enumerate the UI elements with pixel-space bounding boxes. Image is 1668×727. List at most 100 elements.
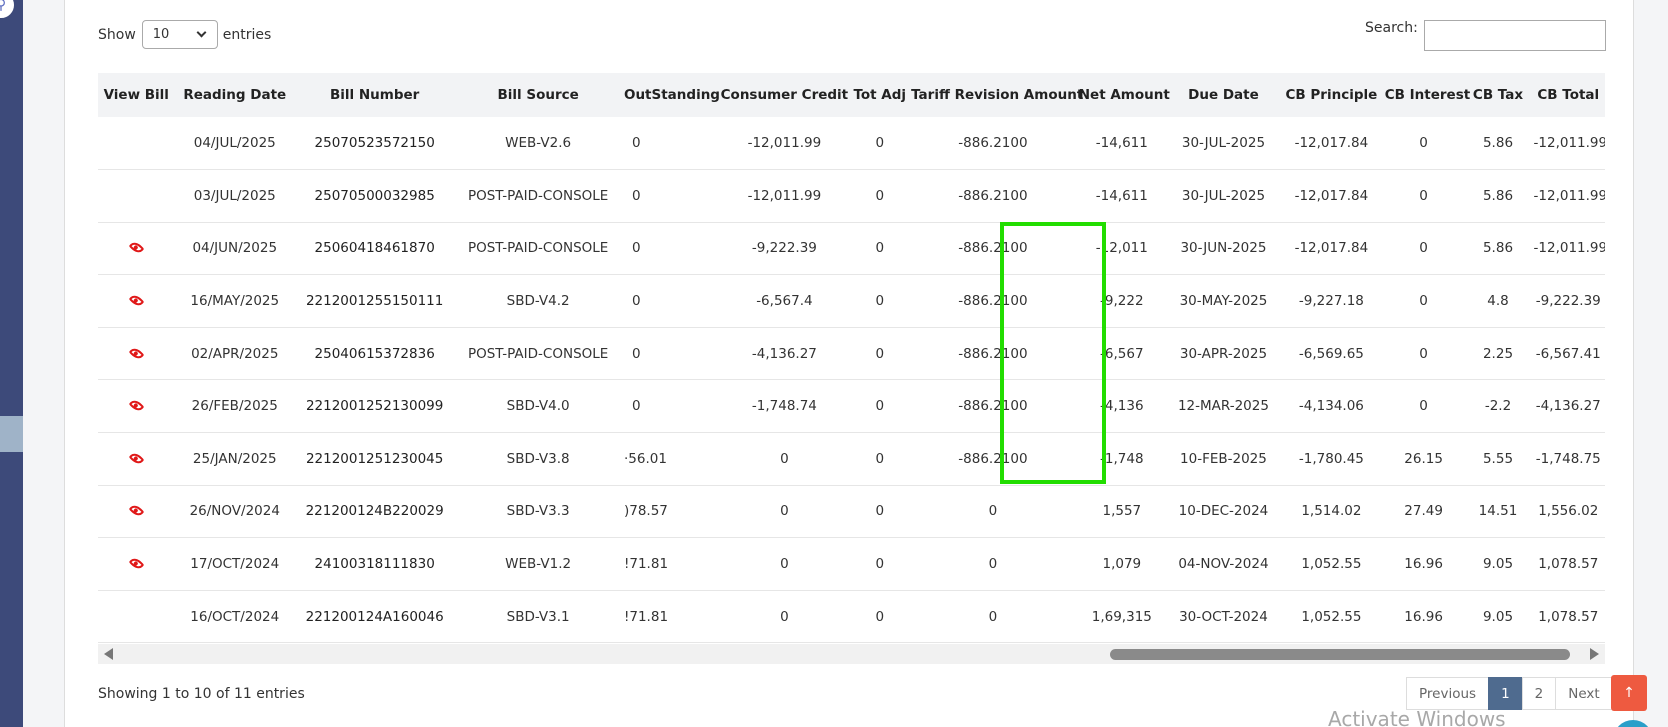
reading-date-cell: 25/JAN/2025	[192, 450, 277, 467]
bill-number-cell: 221200124A160046	[305, 608, 444, 625]
cb-total-cell: -4,136.27	[1535, 398, 1601, 415]
header-outstanding[interactable]: OutStanding	[622, 73, 720, 117]
net-amount-cell: 1,69,315	[1091, 608, 1152, 625]
cb-principle-cell: 1,514.02	[1301, 503, 1362, 520]
cb-total-cell: 1,078.57	[1538, 556, 1599, 573]
header-tot-adj[interactable]: Tot Adj	[850, 73, 909, 117]
bill-source-cell: POST-PAID-CONSOLE	[467, 187, 609, 204]
reading-date-cell: 17/OCT/2024	[190, 556, 280, 573]
cb-principle-cell: -9,227.18	[1298, 293, 1364, 310]
outstanding-cell: )78.57	[623, 503, 668, 520]
arrow-up-icon: ↑	[1623, 685, 1635, 701]
cb-interest-cell: 27.49	[1404, 503, 1443, 520]
outstanding-cell: 0	[631, 398, 641, 415]
sidebar-active-item[interactable]	[0, 416, 23, 452]
view-bill-cell	[98, 590, 175, 643]
net-amount-cell: 1,079	[1102, 556, 1142, 573]
scroll-right-icon[interactable]	[1590, 648, 1599, 660]
tot-adj-cell: 0	[875, 556, 885, 573]
table-row: 02/APR/2025 25040615372836 POST-PAID-CONSO…	[98, 327, 1605, 380]
cb-interest-cell: 0	[1419, 240, 1428, 257]
tot-adj-cell: 0	[875, 135, 885, 152]
header-due-date[interactable]: Due Date	[1167, 73, 1280, 117]
view-bill-cell	[98, 275, 175, 328]
table-row: 16/OCT/2024 221200124A160046 SBD-V3.1 !71.8…	[98, 590, 1605, 643]
header-reading-date[interactable]: Reading Date	[175, 73, 296, 117]
eye-icon[interactable]	[128, 240, 145, 256]
consumer-credit-cell: -4,136.27	[751, 345, 817, 362]
table-body: 04/JUL/2025 25070523572150 WEB-V2.6 0 -12,01…	[98, 117, 1605, 643]
cb-tax-cell: 5.55	[1482, 450, 1514, 467]
tariff-revision-cell: -886.2100	[958, 293, 1028, 310]
view-bill-cell	[98, 327, 175, 380]
due-date-cell: 30-OCT-2024	[1179, 608, 1268, 625]
reading-date-cell: 26/NOV/2024	[189, 503, 280, 520]
cb-interest-cell: 16.96	[1404, 608, 1443, 625]
consumer-credit-cell: -9,222.39	[751, 240, 817, 257]
header-consumer-credit[interactable]: Consumer Credit	[718, 73, 850, 117]
consumer-credit-cell: -6,567.4	[756, 293, 813, 310]
header-tariff-revision-amount[interactable]: Tariff Revision Amount	[909, 73, 1083, 117]
due-date-cell: 30-JUL-2025	[1181, 135, 1266, 152]
bill-number-cell: 25040615372836	[314, 345, 435, 362]
header-cb-principle[interactable]: CB Principle	[1280, 73, 1383, 117]
previous-button[interactable]: Previous	[1406, 677, 1490, 710]
header-view-bill[interactable]: View Bill	[98, 73, 175, 117]
bill-source-cell: POST-PAID-CONSOLE	[467, 345, 609, 362]
header-cb-interest[interactable]: CB Interest	[1383, 73, 1470, 117]
due-date-cell: 30-JUL-2025	[1181, 187, 1266, 204]
tot-adj-cell: 0	[875, 398, 885, 415]
due-date-cell: 30-APR-2025	[1179, 345, 1268, 362]
bill-source-cell: SBD-V4.2	[506, 293, 570, 310]
eye-icon[interactable]	[128, 397, 145, 414]
next-button[interactable]: Next	[1555, 677, 1613, 710]
cb-interest-cell: 0	[1419, 293, 1428, 310]
header-bill-source[interactable]: Bill Source	[454, 73, 622, 117]
page-1-button[interactable]: 1	[1488, 677, 1523, 710]
eye-icon[interactable]	[128, 450, 145, 467]
eye-icon[interactable]	[128, 503, 145, 519]
scrollbar-thumb[interactable]	[1110, 649, 1570, 660]
page-2-button[interactable]: 2	[1521, 677, 1557, 710]
eye-icon[interactable]	[128, 555, 145, 572]
tariff-revision-cell: 0	[988, 608, 998, 625]
consumer-credit-cell: -12,011.99	[747, 187, 822, 204]
bill-source-cell: WEB-V1.2	[505, 556, 572, 573]
header-cb-tax[interactable]: CB Tax	[1464, 73, 1531, 117]
due-date-cell: 10-FEB-2025	[1180, 450, 1267, 467]
search-input[interactable]	[1423, 20, 1606, 51]
tariff-revision-cell: 0	[988, 503, 998, 520]
horizontal-scrollbar[interactable]	[98, 644, 1605, 664]
table-row: 26/FEB/2025 2212001252130099 SBD-V4.0 0 -1,7…	[98, 379, 1605, 433]
net-amount-cell: -6,567	[1100, 345, 1144, 362]
view-bill-cell	[98, 380, 175, 433]
eye-icon[interactable]	[128, 292, 145, 309]
bill-number-cell: 2212001252130099	[305, 398, 444, 415]
entries-length-control: Show 10 entries	[98, 20, 271, 49]
bill-number-cell: 24100318111830	[314, 556, 435, 573]
cb-total-cell: 1,078.57	[1538, 608, 1599, 625]
header-cb-total[interactable]: CB Total	[1532, 73, 1605, 117]
bill-source-cell: POST-PAID-CONSOLE	[467, 240, 609, 257]
due-date-cell: 12-MAR-2025	[1177, 398, 1269, 415]
scroll-left-icon[interactable]	[104, 648, 113, 660]
header-net-amount[interactable]: Net Amount	[1077, 73, 1170, 117]
reading-date-cell: 16/MAY/2025	[190, 293, 280, 310]
eye-icon[interactable]	[128, 345, 145, 361]
reading-date-cell: 04/JUL/2025	[193, 135, 276, 152]
header-bill-number[interactable]: Bill Number	[295, 73, 454, 117]
tariff-revision-cell: -886.2100	[958, 135, 1028, 152]
bill-source-cell: SBD-V3.1	[506, 608, 570, 625]
net-amount-cell: 1,557	[1102, 503, 1142, 520]
entries-length-select[interactable]: 10	[141, 20, 218, 49]
outstanding-cell: 0	[631, 240, 641, 257]
scroll-top-button[interactable]: ↑	[1611, 675, 1647, 711]
table-row: 26/NOV/2024 221200124B220029 SBD-V3.3)78.5…	[98, 485, 1605, 538]
tariff-revision-cell: -886.2100	[958, 187, 1028, 204]
cb-interest-cell: 0	[1419, 398, 1428, 415]
search-icon[interactable]: ⚲	[0, 0, 16, 20]
tot-adj-cell: 0	[875, 293, 885, 310]
tariff-revision-cell: -886.2100	[958, 450, 1028, 467]
view-bill-cell	[98, 485, 175, 538]
cb-principle-cell: 1,052.55	[1301, 608, 1362, 625]
